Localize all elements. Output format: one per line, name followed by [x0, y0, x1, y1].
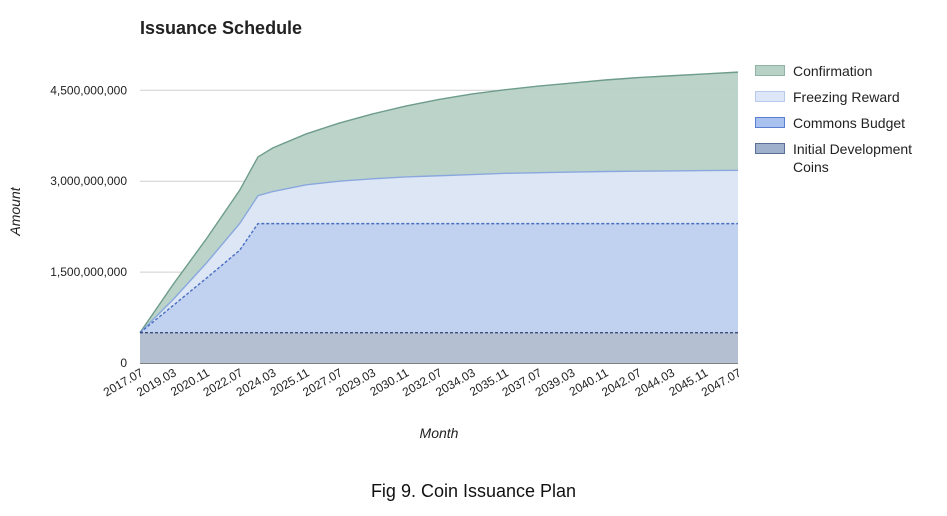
- chart-legend: Confirmation Freezing Reward Commons Budge…: [755, 62, 945, 184]
- y-axis-title: Amount: [7, 186, 23, 236]
- legend-item: Confirmation: [755, 62, 945, 80]
- legend-swatch: [755, 143, 785, 154]
- legend-swatch: [755, 91, 785, 102]
- legend-swatch: [755, 117, 785, 128]
- figure-caption: Fig 9. Coin Issuance Plan: [370, 481, 577, 501]
- legend-item: Commons Budget: [755, 114, 945, 132]
- y-tick-label: 1,500,000,000: [50, 265, 127, 279]
- y-tick-label: 4,500,000,000: [50, 83, 127, 97]
- legend-label: Freezing Reward: [793, 89, 900, 105]
- y-tick-label: 0: [120, 356, 127, 370]
- legend-swatch: [755, 65, 785, 76]
- legend-item: Freezing Reward: [755, 88, 945, 106]
- area-initial-development-coins: [140, 332, 738, 363]
- legend-label: Initial Development Coins: [793, 141, 913, 175]
- x-axis-title: Month: [420, 425, 459, 441]
- legend-label: Confirmation: [793, 63, 873, 79]
- y-tick-label: 3,000,000,000: [50, 174, 127, 188]
- legend-label: Commons Budget: [793, 115, 906, 131]
- legend-item: Initial Development Coins: [755, 140, 945, 176]
